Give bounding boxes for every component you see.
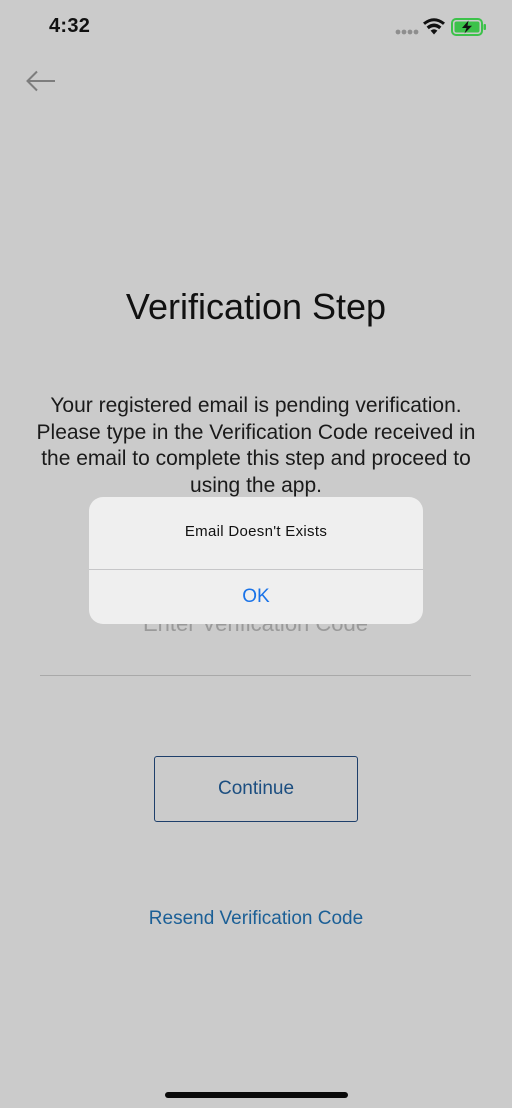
alert-ok-button[interactable]: OK — [89, 570, 423, 624]
battery-charging-icon — [451, 18, 486, 36]
wifi-icon — [423, 18, 445, 35]
alert-dialog: Email Doesn't Exists OK — [89, 497, 423, 624]
verification-description: Your registered email is pending verific… — [36, 394, 476, 497]
alert-message: Email Doesn't Exists — [184, 523, 328, 540]
status-bar: 4:32 — [0, 0, 512, 56]
input-underline — [40, 675, 471, 676]
arrow-left-icon — [26, 70, 55, 92]
resend-code-link[interactable]: Resend Verification Code — [0, 908, 512, 930]
status-time: 4:32 — [49, 15, 91, 37]
page-title: Verification Step — [125, 286, 387, 327]
signal-icon — [395, 29, 419, 35]
home-indicator — [165, 1092, 348, 1098]
continue-button[interactable]: Continue — [154, 756, 358, 822]
back-button[interactable] — [22, 64, 60, 98]
